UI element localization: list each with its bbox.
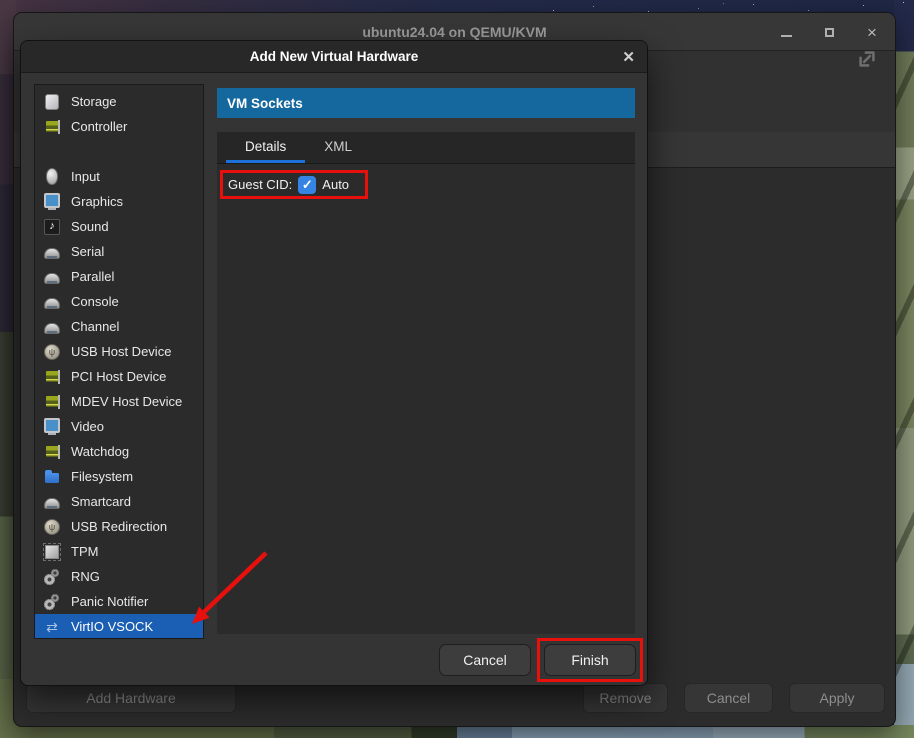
sidebar-item-label: MDEV Host Device (71, 394, 182, 409)
vm-window-title: ubuntu24.04 on QEMU/KVM (362, 24, 546, 40)
guest-cid-annotation-box: Guest CID: Auto (220, 170, 368, 199)
sidebar-item-channel[interactable]: Channel (35, 314, 203, 339)
pci-card-icon (44, 119, 60, 135)
vsock-arrows-icon (44, 619, 60, 635)
folder-icon (44, 469, 60, 485)
sidebar-item-storage[interactable]: Storage (35, 89, 203, 114)
gear-icon (44, 569, 60, 585)
sidebar-item-console[interactable]: Console (35, 289, 203, 314)
sidebar-item-parallel[interactable]: Parallel (35, 264, 203, 289)
sidebar-item-label: RNG (71, 569, 100, 584)
sidebar-item-label: Parallel (71, 269, 114, 284)
sidebar-item-label: Console (71, 294, 119, 309)
remove-button[interactable]: Remove (583, 683, 668, 713)
add-hardware-button[interactable]: Add Hardware (26, 683, 236, 713)
pci-card-icon (44, 444, 60, 460)
close-icon[interactable]: × (861, 21, 883, 43)
dialog-title: Add New Virtual Hardware (250, 49, 419, 64)
wallpaper-right-strip (894, 0, 914, 738)
sidebar-item-input[interactable]: Input (35, 164, 203, 189)
sidebar-item-label: USB Redirection (71, 519, 167, 534)
panel-header-label: VM Sockets (227, 96, 303, 111)
sidebar-item-usb-host-device[interactable]: USB Host Device (35, 339, 203, 364)
sidebar-item-label: TPM (71, 544, 98, 559)
sidebar-item-label: Sound (71, 219, 109, 234)
sidebar-item-label: USB Host Device (71, 344, 171, 359)
dialog-cancel-button[interactable]: Cancel (439, 644, 531, 676)
monitor-icon (44, 419, 60, 435)
sidebar-item-label: Channel (71, 319, 119, 334)
sidebar-item-label: Controller (71, 119, 127, 134)
sidebar-item-label: Filesystem (71, 469, 133, 484)
sidebar-item-label: Video (71, 419, 104, 434)
sidebar-item-sound[interactable]: Sound (35, 214, 203, 239)
sidebar-item-usb-redirection[interactable]: USB Redirection (35, 514, 203, 539)
finish-annotation-box (537, 638, 643, 682)
port-device-icon (44, 269, 60, 285)
annotation-arrow (178, 543, 278, 635)
port-device-icon (44, 294, 60, 310)
tab-xml[interactable]: XML (305, 132, 371, 163)
details-pane (217, 164, 635, 634)
expand-diagonal-icon[interactable] (853, 45, 881, 73)
monitor-icon (44, 194, 60, 210)
speaker-icon (44, 219, 60, 235)
chip-icon (44, 544, 60, 560)
sidebar-item-label: Watchdog (71, 444, 129, 459)
tab-details[interactable]: Details (226, 132, 305, 163)
pci-card-icon (44, 394, 60, 410)
sidebar-item-label: Panic Notifier (71, 594, 148, 609)
sidebar-item-label: Storage (71, 94, 117, 109)
dialog-titlebar[interactable]: Add New Virtual Hardware ✕ (21, 41, 647, 73)
sidebar-item-controller[interactable]: Controller (35, 114, 203, 139)
sidebar-item-watchdog[interactable]: Watchdog (35, 439, 203, 464)
sidebar-item-label: PCI Host Device (71, 369, 166, 384)
sidebar-item-label: Graphics (71, 194, 123, 209)
add-hardware-dialog: Add New Virtual Hardware ✕ Storage Contro… (20, 40, 648, 686)
dialog-close-icon[interactable]: ✕ (622, 41, 635, 73)
sidebar-item-label: Serial (71, 244, 104, 259)
vm-cancel-button[interactable]: Cancel (684, 683, 773, 713)
disk-icon (44, 94, 60, 110)
sidebar-item-smartcard[interactable]: Smartcard (35, 489, 203, 514)
panel-header: VM Sockets (217, 88, 635, 118)
sidebar-item-spacer (35, 139, 203, 164)
minimize-icon[interactable] (775, 21, 797, 43)
wallpaper-stars (903, 2, 904, 3)
port-device-icon (44, 319, 60, 335)
sidebar-item-label: Smartcard (71, 494, 131, 509)
apply-button[interactable]: Apply (789, 683, 885, 713)
sidebar-item-filesystem[interactable]: Filesystem (35, 464, 203, 489)
sidebar-item-serial[interactable]: Serial (35, 239, 203, 264)
sidebar-item-label: VirtIO VSOCK (71, 619, 153, 634)
maximize-icon[interactable] (818, 21, 840, 43)
gear-icon (44, 594, 60, 610)
port-device-icon (44, 244, 60, 260)
panel-tabbar: Details XML (217, 132, 635, 164)
sidebar-item-label: Input (71, 169, 100, 184)
auto-checkbox-label[interactable]: Auto (322, 177, 349, 192)
usb-icon (44, 519, 60, 535)
port-device-icon (44, 494, 60, 510)
pci-card-icon (44, 369, 60, 385)
guest-cid-label: Guest CID: (228, 177, 292, 192)
usb-icon (44, 344, 60, 360)
auto-checkbox[interactable] (298, 176, 316, 194)
sidebar-item-mdev-host-device[interactable]: MDEV Host Device (35, 389, 203, 414)
sidebar-item-graphics[interactable]: Graphics (35, 189, 203, 214)
sidebar-item-video[interactable]: Video (35, 414, 203, 439)
sidebar-item-pci-host-device[interactable]: PCI Host Device (35, 364, 203, 389)
mouse-icon (44, 169, 60, 185)
